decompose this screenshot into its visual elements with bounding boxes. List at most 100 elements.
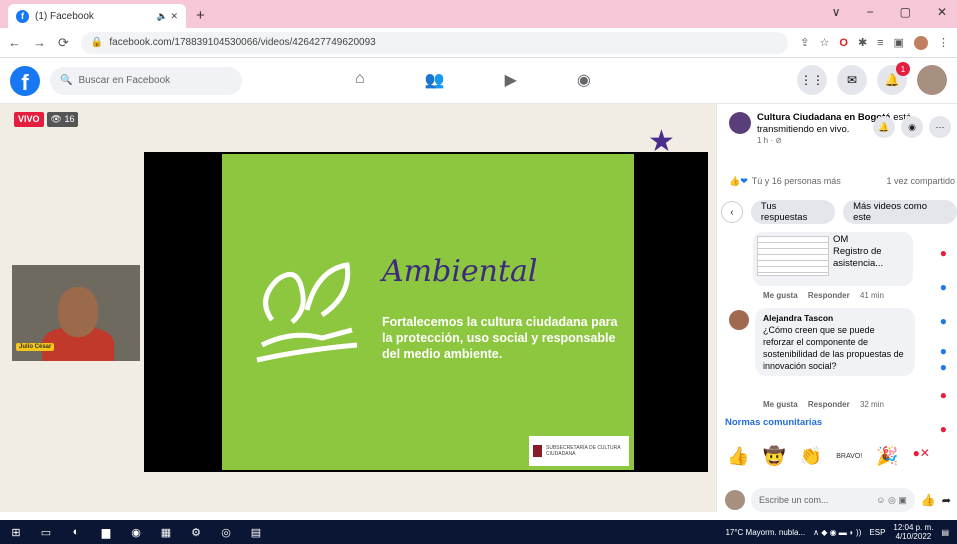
reactions-text[interactable]: Tú y 16 personas más [752,176,841,186]
chevron-left-icon[interactable]: ‹ [721,201,743,223]
plant-hand-icon [256,262,358,363]
comment-input[interactable]: Escribe un com... ☺ ◎ ▣ [751,488,915,512]
forward-icon[interactable]: → [33,35,46,50]
messenger-icon[interactable]: ✉ [837,65,867,95]
account-avatar[interactable] [917,65,947,95]
new-tab-button[interactable]: + [196,7,205,24]
notifications-toggle-icon[interactable]: 🔔 [873,116,895,138]
weather-text[interactable]: 17°C Mayorm. nubla... [725,528,805,537]
comment-author[interactable]: Alejandra Tascon [763,312,907,324]
task-view-icon[interactable]: ▭ [38,525,54,539]
obs-icon[interactable]: ◎ [218,525,234,539]
send-like-icon[interactable]: 👍 [921,493,936,507]
back-icon[interactable]: ← [8,35,21,50]
like-reaction-icon[interactable]: ● [940,360,947,374]
live-video-player[interactable]: VIVO 👁 16 ★ Ambiental Fortalecemos la cu… [0,104,716,512]
url-field[interactable]: 🔒 facebook.com/178839104530066/videos/42… [80,31,789,54]
page-name[interactable]: Cultura Ciudadana en Bogotá [757,112,891,123]
love-reaction-icon[interactable]: ● [940,246,947,260]
url-text: facebook.com/178839104530066/videos/4264… [109,37,376,48]
community-standards-link[interactable]: Normas comunitarias [725,417,822,428]
share-arrow-icon[interactable]: ➦ [942,494,951,507]
search-input[interactable]: Buscar en Facebook [78,75,170,86]
love-reaction-icon[interactable]: ● [940,422,947,436]
thumbs-up-sticker-icon[interactable]: 👍 [727,446,749,467]
browser-tab[interactable]: f (1) Facebook 🔈 ✕ [8,4,186,28]
language-indicator[interactable]: ESP [869,528,885,537]
opera-extension-icon[interactable]: O [839,37,848,49]
close-window-button[interactable]: ✕ [937,5,947,19]
my-avatar [725,490,745,510]
file-explorer-icon[interactable]: ▆ [98,525,114,539]
profile-avatar[interactable] [914,35,928,50]
excel-icon[interactable]: ▦ [158,525,174,539]
sidepanel-icon[interactable]: ▣ [894,36,904,49]
word-icon[interactable]: ▤ [248,525,264,539]
facebook-search[interactable]: 🔍 Buscar en Facebook [50,66,242,95]
menu-kebab-icon[interactable]: ⋮ [938,36,949,49]
facebook-logo-icon[interactable]: f [10,65,40,96]
party-sticker-icon[interactable]: 🎉 [876,446,898,467]
chip-your-responses[interactable]: Tus respuestas [750,200,836,224]
emoji-icons[interactable]: ☺ ◎ ▣ [876,495,907,506]
settings-gear-icon[interactable]: ⚙ [188,525,204,539]
like-hands-sticker-icon[interactable]: 👏 [800,446,822,467]
love-reaction-icon[interactable]: ● [940,388,947,402]
friends-icon[interactable]: 👥 [425,70,445,90]
clock-date: 4/10/2022 [895,532,932,541]
chrome-icon[interactable]: ◉ [128,525,144,539]
maximize-button[interactable]: ▢ [900,5,911,19]
chip-more-videos[interactable]: Más videos como este [843,200,957,224]
tab-search-button[interactable]: ∨ [832,5,841,19]
edge-icon[interactable]: ◐ [68,525,84,539]
like-reaction-icon[interactable]: ● [940,280,947,294]
attachment-preview [757,236,829,276]
pin-extension-icon[interactable]: ✱ [858,36,867,49]
minimize-button[interactable]: − [867,5,874,19]
comments-sidebar: Cultura Ciudadana en Bogotá está transmi… [716,104,957,512]
filter-chips: ‹ Tus respuestas Más videos como este [721,200,957,224]
comment-text: ¿Cómo creen que se puede reforzar el com… [763,325,904,371]
slide-logo-text: SUBSECRETARÍA DE CULTURA CIUDADANA [546,445,621,457]
commenter-avatar[interactable] [729,310,749,330]
live-badge: VIVO [14,112,44,127]
bookmark-star-icon[interactable]: ☆ [820,36,830,49]
watch-icon[interactable]: ▶ [505,70,517,90]
cowboy-sticker-icon[interactable]: 🤠 [763,446,785,467]
webcam-feed: Julio César [12,265,140,361]
notifications-bell-icon[interactable]: 🔔 1 [877,62,910,95]
bravo-sticker[interactable]: BRAVO! [836,453,862,460]
clock[interactable]: 12:04 p. m. 4/10/2022 [893,523,933,541]
close-stickers-icon[interactable]: ●✕ [913,446,930,467]
reload-icon[interactable]: ⟳ [58,35,69,51]
notifications-center-icon[interactable]: ▤ [941,528,949,537]
share-icon[interactable]: ⇪ [800,36,809,49]
more-options-icon[interactable]: ⋯ [929,116,951,138]
attachment-card[interactable]: OM Registro de asistencia... [753,232,913,286]
attachment-source: OM [833,234,849,245]
extensions-area: ⇪ ☆ O ✱ ≡ ▣ ⋮ [800,35,949,50]
reading-list-icon[interactable]: ≡ [877,37,883,49]
header-buttons: 🔔 ◉ ⋯ [873,116,951,138]
like-reaction-icon[interactable]: ● [940,314,947,328]
like-link[interactable]: Me gusta [763,291,798,300]
page-avatar[interactable] [729,112,751,134]
shares-count[interactable]: 1 vez compartido [886,176,955,187]
windows-start-icon[interactable]: ⊞ [8,525,24,539]
tab-close-icon[interactable]: 🔈 ✕ [157,11,178,22]
menu-grid-icon[interactable]: ⋮⋮ [797,65,827,95]
facebook-nav: ⌂ 👥 ▶ ◉ [355,70,591,90]
clock-time: 12:04 p. m. [893,523,934,532]
reply-link[interactable]: Responder [808,291,850,300]
home-icon[interactable]: ⌂ [355,70,365,90]
like-link[interactable]: Me gusta [763,400,798,409]
reply-link[interactable]: Responder [808,400,850,409]
presenter-label: Julio César [16,343,55,351]
notification-badge: 1 [896,62,910,76]
follow-icon[interactable]: ◉ [901,116,923,138]
like-reaction-icon[interactable]: ● [940,344,947,358]
tray-icons[interactable]: ∧ ◆ ◉ ▬ ◗ )) [813,528,861,537]
groups-icon[interactable]: ◉ [577,70,591,90]
bogota-logo-icon [533,445,543,457]
window-controls: ∨ − ▢ ✕ [832,5,947,19]
